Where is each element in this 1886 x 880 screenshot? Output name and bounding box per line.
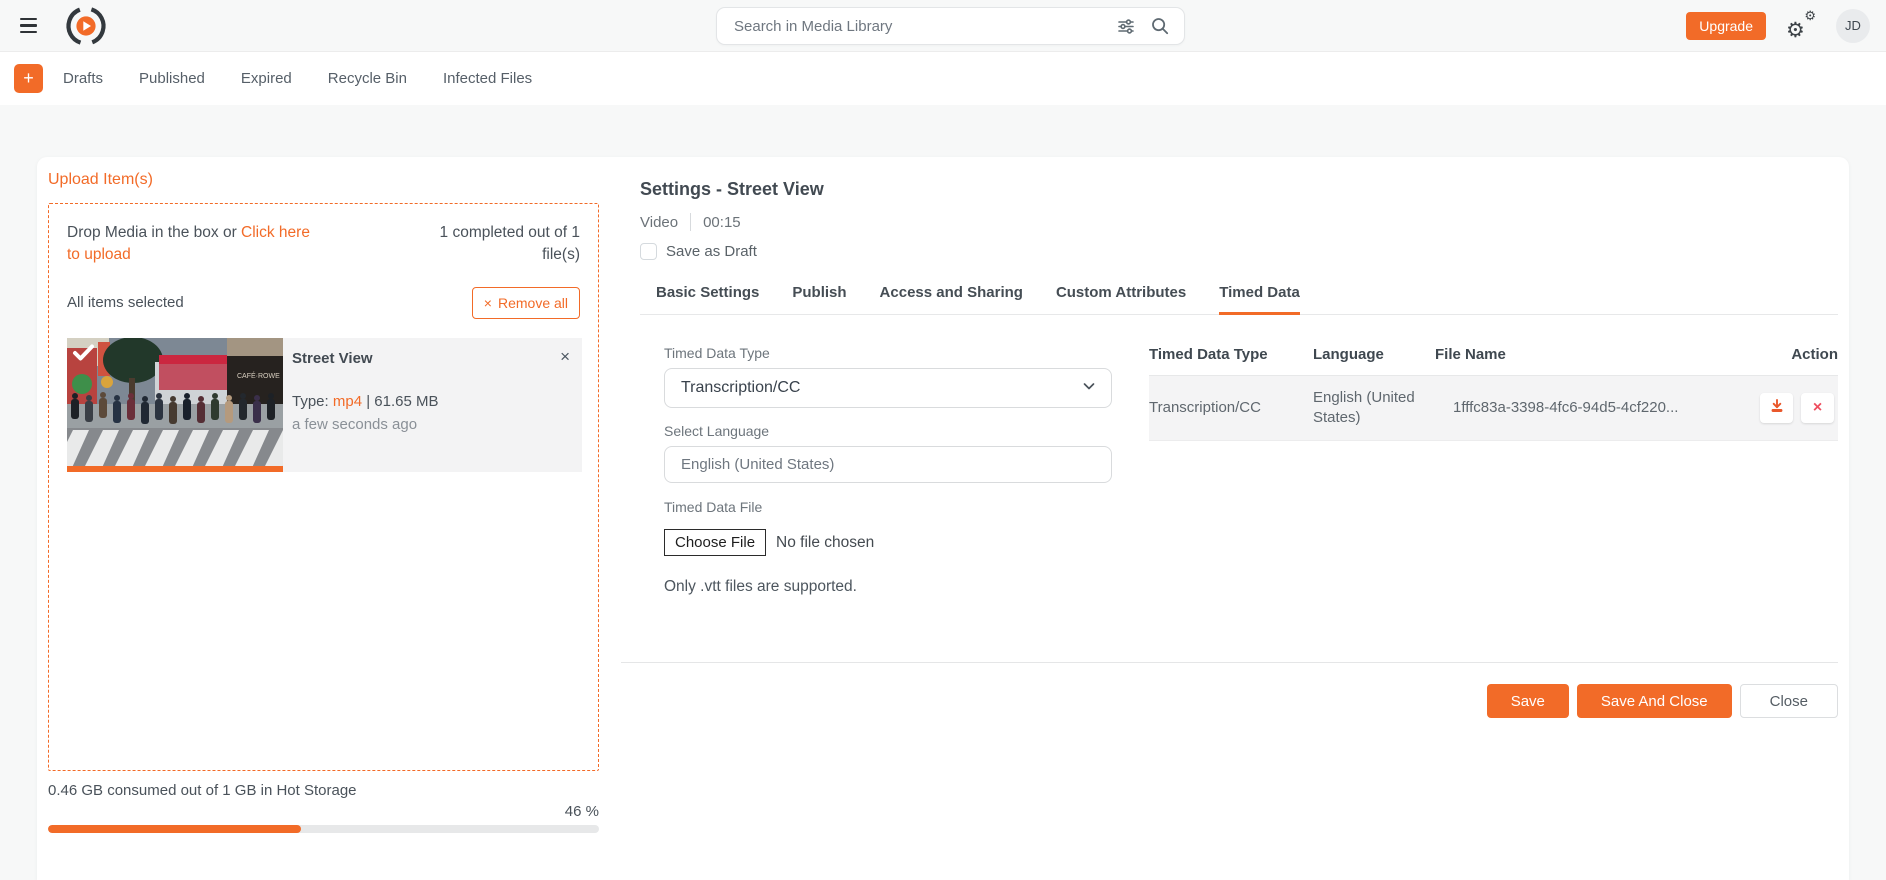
library-tabs: Drafts Published Expired Recycle Bin Inf… — [63, 70, 532, 87]
close-icon: × — [483, 294, 492, 311]
file-uploaded-ago: a few seconds ago — [292, 415, 418, 433]
file-type-size: Type: mp4 | 61.65 MB — [292, 393, 568, 410]
delete-x-icon: × — [1812, 398, 1823, 416]
cell-type: Transcription/CC — [1149, 398, 1261, 416]
library-nav-row: + Drafts Published Expired Recycle Bin I… — [0, 52, 1886, 105]
settings-tabs: Basic Settings Publish Access and Sharin… — [640, 284, 1838, 315]
cell-action: × — [1746, 392, 1838, 423]
tab-recycle-bin[interactable]: Recycle Bin — [328, 70, 407, 87]
storage-progress-track — [48, 825, 599, 833]
language-input[interactable]: English (United States) — [664, 446, 1112, 483]
meta-separator — [690, 213, 692, 231]
choose-file-button[interactable]: Choose File — [664, 529, 767, 556]
file-name: Street View — [292, 349, 373, 367]
hamburger-menu-icon[interactable] — [20, 13, 46, 39]
tab-published[interactable]: Published — [139, 70, 205, 87]
search-icon[interactable] — [1150, 16, 1170, 36]
tab-drafts[interactable]: Drafts — [63, 70, 103, 87]
save-as-draft-checkbox[interactable] — [640, 243, 657, 260]
save-button[interactable]: Save — [1486, 684, 1569, 718]
timed-data-type-select[interactable]: Transcription/CC — [664, 368, 1112, 408]
file-info: Street View × Type: mp4 | 61.65 MB a few… — [283, 338, 582, 472]
cell-language: English (United States) — [1313, 388, 1415, 426]
footer-divider — [621, 662, 1838, 663]
search-input[interactable] — [734, 17, 1102, 35]
uploaded-file-item[interactable]: CAFÉ·ROWE Street View × Type: mp4 | 61.6… — [67, 337, 582, 472]
delete-button[interactable]: × — [1801, 392, 1834, 423]
remove-file-icon[interactable]: × — [560, 348, 570, 365]
table-row: Transcription/CC English (United States)… — [1149, 375, 1838, 441]
media-dropzone[interactable]: Drop Media in the box or Click here to u… — [48, 203, 599, 771]
remove-all-label: Remove all — [497, 294, 568, 311]
col-header-file-name: File Name — [1435, 346, 1506, 363]
app-logo[interactable] — [64, 4, 108, 48]
storage-consumed-text: 0.46 GB consumed out of 1 GB in Hot Stor… — [48, 782, 357, 799]
file-size: 61.65 MB — [374, 392, 439, 410]
tab-infected-files[interactable]: Infected Files — [443, 70, 532, 87]
filter-sliders-icon[interactable] — [1116, 16, 1136, 36]
file-separator: | — [362, 392, 375, 410]
storage-meter: 0.46 GB consumed out of 1 GB in Hot Stor… — [48, 782, 599, 833]
close-button[interactable]: Close — [1739, 684, 1838, 718]
select-language-label: Select Language — [664, 423, 770, 439]
search-bar — [716, 7, 1185, 45]
vtt-hint-text: Only .vtt files are supported. — [664, 578, 857, 595]
footer-buttons: Save Save And Close Close — [640, 684, 1838, 718]
storage-percent-label: 46 % — [564, 803, 599, 820]
upload-progress-summary: 1 completed out of 1 file(s) — [439, 224, 580, 264]
storage-progress-fill — [48, 825, 302, 833]
settings-title: Settings - Street View — [640, 179, 824, 199]
file-type-value: mp4 — [332, 392, 363, 410]
media-meta-row: Video 00:15 — [640, 213, 1838, 231]
timed-data-file-label: Timed Data File — [664, 499, 763, 515]
video-thumbnail: CAFÉ·ROWE — [67, 337, 283, 472]
table-header-row: Timed Data Type Language File Name Actio… — [1149, 345, 1838, 376]
download-button[interactable] — [1760, 392, 1793, 423]
upload-panel-title: Upload Item(s) — [48, 171, 153, 188]
tab-timed-data[interactable]: Timed Data — [1219, 284, 1300, 315]
add-media-button[interactable]: + — [14, 64, 43, 93]
cell-file-name: 1fffc83a-3398-4fc6-94d5-4cf220... — [1453, 398, 1679, 416]
tab-expired[interactable]: Expired — [241, 70, 292, 87]
upload-progress-bar — [67, 465, 283, 472]
file-input-row: Choose File No file chosen — [664, 529, 1112, 556]
tab-basic-settings[interactable]: Basic Settings — [656, 284, 759, 315]
media-duration: 00:15 — [703, 213, 741, 231]
col-header-action: Action — [1791, 346, 1838, 363]
timed-data-table: Timed Data Type Language File Name Actio… — [1149, 345, 1838, 596]
save-as-draft-row: Save as Draft — [640, 243, 1838, 260]
remove-all-button[interactable]: × Remove all — [471, 286, 580, 319]
col-header-language: Language — [1313, 346, 1384, 363]
svg-text:CAFÉ·ROWE: CAFÉ·ROWE — [237, 371, 280, 380]
upload-panel: Upload Item(s) Drop Media in the box or … — [37, 157, 621, 880]
gear-icon: ⚙ — [1804, 7, 1816, 23]
dropzone-instruction: Drop Media in the box or Click here to u… — [67, 222, 317, 267]
content-card: Upload Item(s) Drop Media in the box or … — [37, 157, 1849, 880]
download-icon — [1769, 398, 1785, 417]
media-type-label: Video — [640, 213, 679, 231]
timed-data-form: Timed Data Type Transcription/CC Select … — [640, 345, 1112, 596]
settings-gears-icon[interactable]: ⚙ ⚙ — [1786, 7, 1816, 42]
language-value: English (United States) — [681, 456, 835, 473]
gear-icon: ⚙ — [1786, 18, 1805, 42]
dropzone-instruction-text: Drop Media in the box or — [67, 224, 242, 241]
timed-data-type-label: Timed Data Type — [664, 345, 770, 361]
tab-publish[interactable]: Publish — [792, 284, 846, 315]
timed-data-type-value: Transcription/CC — [681, 379, 801, 396]
save-and-close-button[interactable]: Save And Close — [1576, 684, 1732, 718]
tab-access-and-sharing[interactable]: Access and Sharing — [880, 284, 1023, 315]
save-as-draft-label[interactable]: Save as Draft — [666, 243, 757, 260]
tab-custom-attributes[interactable]: Custom Attributes — [1056, 284, 1186, 315]
top-bar: Upgrade ⚙ ⚙ JD — [0, 0, 1886, 52]
user-avatar[interactable]: JD — [1836, 8, 1870, 43]
no-file-chosen-text: No file chosen — [776, 533, 875, 551]
file-type-label: Type: — [292, 392, 333, 410]
upgrade-button[interactable]: Upgrade — [1686, 11, 1766, 40]
settings-panel: Settings - Street View Video 00:15 Save … — [621, 157, 1849, 880]
all-items-selected-text: All items selected — [67, 294, 184, 312]
col-header-type: Timed Data Type — [1149, 346, 1268, 363]
chevron-down-icon — [1081, 378, 1097, 398]
